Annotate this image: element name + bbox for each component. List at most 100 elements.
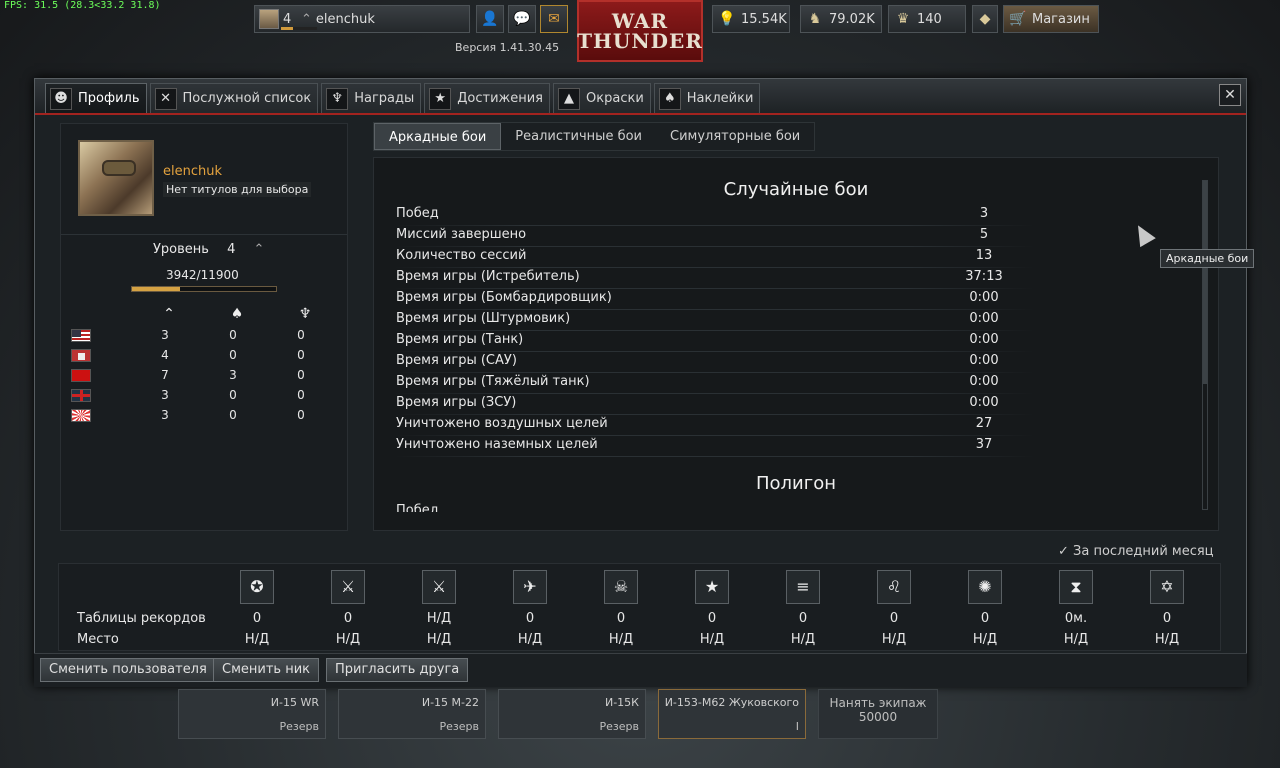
nation-value: 3 <box>161 408 169 422</box>
tab-profile[interactable]: ☻ Профиль <box>45 83 147 113</box>
leaderboard-column[interactable]: ✡ 0 Н/Д <box>1137 570 1197 647</box>
leaderboard-column[interactable]: ✈ 0 Н/Д <box>500 570 560 647</box>
stats-row: Время игры (Штурмовик) 0:00 <box>394 310 1034 331</box>
nation-row-usa: 3 0 0 <box>71 327 331 347</box>
change-nick-button[interactable]: Сменить ник <box>213 658 319 682</box>
leaderboard-column[interactable]: ⧗ 0м. Н/Д <box>1046 570 1106 647</box>
level-label: Уровень <box>153 242 209 257</box>
last-month-toggle[interactable]: ✓ За последний месяц <box>1058 544 1214 559</box>
profile-title[interactable]: Нет титулов для выбора <box>163 182 312 197</box>
stat-value: 27 <box>975 416 993 431</box>
small-avatar <box>259 9 279 29</box>
mail-button[interactable]: ✉ <box>540 5 568 33</box>
nation-value: 3 <box>161 388 169 402</box>
leaderboard-value: 0 <box>889 611 899 626</box>
logo-line-war: WAR <box>611 9 669 33</box>
place-value: Н/Д <box>1063 632 1089 647</box>
hire-crew-slot[interactable]: Нанять экипаж 50000 <box>818 689 938 739</box>
crossed-sabers-icon: ⚔ <box>422 570 456 604</box>
leaderboard-column[interactable]: ⚔ 0 Н/Д <box>318 570 378 647</box>
stats-row: Время игры (Танк) 0:00 <box>394 331 1034 352</box>
place-value: Н/Д <box>608 632 634 647</box>
nation-row-japan: 3 0 0 <box>71 407 331 427</box>
nation-value: 0 <box>297 328 305 342</box>
mode-arcade[interactable]: Аркадные бои <box>374 123 502 150</box>
vehicle-slot[interactable]: И-153-М62 Жуковского I <box>658 689 806 739</box>
stat-key: Время игры (Истребитель) <box>396 269 580 284</box>
shop-button[interactable]: 🛒 Магазин <box>1003 5 1099 33</box>
place-value: Н/Д <box>699 632 725 647</box>
golden-eagles-counter[interactable]: ♛ 140 <box>888 5 966 33</box>
spade-icon: ♠ <box>230 306 244 322</box>
stats-scrollbar[interactable] <box>1202 180 1208 510</box>
last-month-label: За последний месяц <box>1073 544 1214 559</box>
tab-decals[interactable]: ♠ Наклейки <box>653 83 761 113</box>
nation-row-ussr: 7 3 0 <box>71 367 331 387</box>
vehicle-name: И-15К <box>604 696 639 709</box>
chat-button[interactable]: 💬 <box>508 5 536 33</box>
vehicle-status: I <box>795 720 799 733</box>
nation-row-germany: 4 0 0 <box>71 347 331 367</box>
crossed-swords-icon: ⚔ <box>331 570 365 604</box>
vehicle-slot[interactable]: И-15К Резерв <box>498 689 646 739</box>
mode-simulator[interactable]: Симуляторные бои <box>656 123 814 150</box>
divider <box>61 234 347 235</box>
tab-label: Профиль <box>78 91 140 106</box>
nation-value: 0 <box>297 408 305 422</box>
stat-key: Время игры (Бомбардировщик) <box>396 290 612 305</box>
stats-row: Миссий завершено 5 <box>394 226 1034 247</box>
stat-key: Побед <box>396 503 439 512</box>
war-thunder-logo[interactable]: WAR THUNDER <box>577 0 703 62</box>
stats-row: Побед <box>394 502 1034 512</box>
plane-icon: ✈ <box>513 570 547 604</box>
nation-value: 0 <box>229 328 237 342</box>
tab-achievements[interactable]: ★ Достижения <box>424 83 551 113</box>
leaderboard-column[interactable]: ✺ 0 Н/Д <box>955 570 1015 647</box>
nation-value: 0 <box>297 348 305 362</box>
scroll-thumb[interactable] <box>1203 181 1207 385</box>
leaderboard-value: 0 <box>798 611 808 626</box>
leaderboard-column[interactable]: ♌ 0 Н/Д <box>864 570 924 647</box>
tab-skins[interactable]: ▲ Окраски <box>553 83 651 113</box>
change-user-button[interactable]: Сменить пользователя <box>40 658 216 682</box>
premium-button[interactable]: ◆ <box>972 5 998 33</box>
leaderboard-column[interactable]: ★ 0 Н/Д <box>682 570 742 647</box>
leaderboard-value: 0 <box>616 611 626 626</box>
vehicle-status: Резерв <box>439 720 479 733</box>
leaderboard-column[interactable]: ☠ 0 Н/Д <box>591 570 651 647</box>
stat-key: Побед <box>396 206 439 221</box>
leaderboard-column[interactable]: ✪ 0 Н/Д <box>227 570 287 647</box>
stats-panel[interactable]: Случайные бои Побед 3 Миссий завершено 5 Кол… <box>373 157 1219 531</box>
stat-value: 37 <box>975 437 993 452</box>
tab-awards[interactable]: ♆ Награды <box>321 83 422 113</box>
version-text: Версия 1.41.30.45 <box>455 41 560 54</box>
section-title-test-flight: Полигон <box>756 473 836 494</box>
level-value: 4 <box>227 242 236 257</box>
mode-realistic[interactable]: Реалистичные бои <box>501 123 656 150</box>
level-row: Уровень 4 ⌃ <box>153 242 264 257</box>
avatar[interactable] <box>78 140 154 216</box>
tab-label: Окраски <box>586 91 644 106</box>
tab-label: Послужной список <box>182 91 312 106</box>
diamond-icon: ◆ <box>979 11 991 27</box>
check-icon: ✓ <box>1058 544 1069 559</box>
vehicle-slot[interactable]: И-15 М-22 Резерв <box>338 689 486 739</box>
close-button[interactable]: ✕ <box>1219 84 1241 106</box>
research-points-counter[interactable]: ♞ 79.02K <box>800 5 882 33</box>
friends-button[interactable]: 👤 <box>476 5 504 33</box>
vehicle-slot[interactable]: И-15 WR Резерв <box>178 689 326 739</box>
golden-eagles-value: 140 <box>917 11 942 27</box>
tab-service-record[interactable]: ✕ Послужной список <box>149 83 319 113</box>
formation-icon: ≡ <box>786 570 820 604</box>
vehicle-name: И-15 М-22 <box>421 696 479 709</box>
leaderboard-value: 0 <box>980 611 990 626</box>
stat-key: Уничтожено наземных целей <box>396 437 598 452</box>
top-bar: 4 ⌃ elenchuk 👤 💬 ✉ WAR THUNDER Версия 1.… <box>0 0 1280 62</box>
lion-head-icon: ♞ <box>808 11 822 27</box>
rank-chevron-icon: ⌃ <box>163 306 175 322</box>
silver-lions-counter[interactable]: 💡 15.54K <box>712 5 790 33</box>
invite-friend-button[interactable]: Пригласить друга <box>326 658 469 682</box>
leaderboard-column[interactable]: ⚔ Н/Д Н/Д <box>409 570 469 647</box>
user-profile-box[interactable]: 4 ⌃ elenchuk <box>254 5 470 33</box>
leaderboard-column[interactable]: ≡ 0 Н/Д <box>773 570 833 647</box>
